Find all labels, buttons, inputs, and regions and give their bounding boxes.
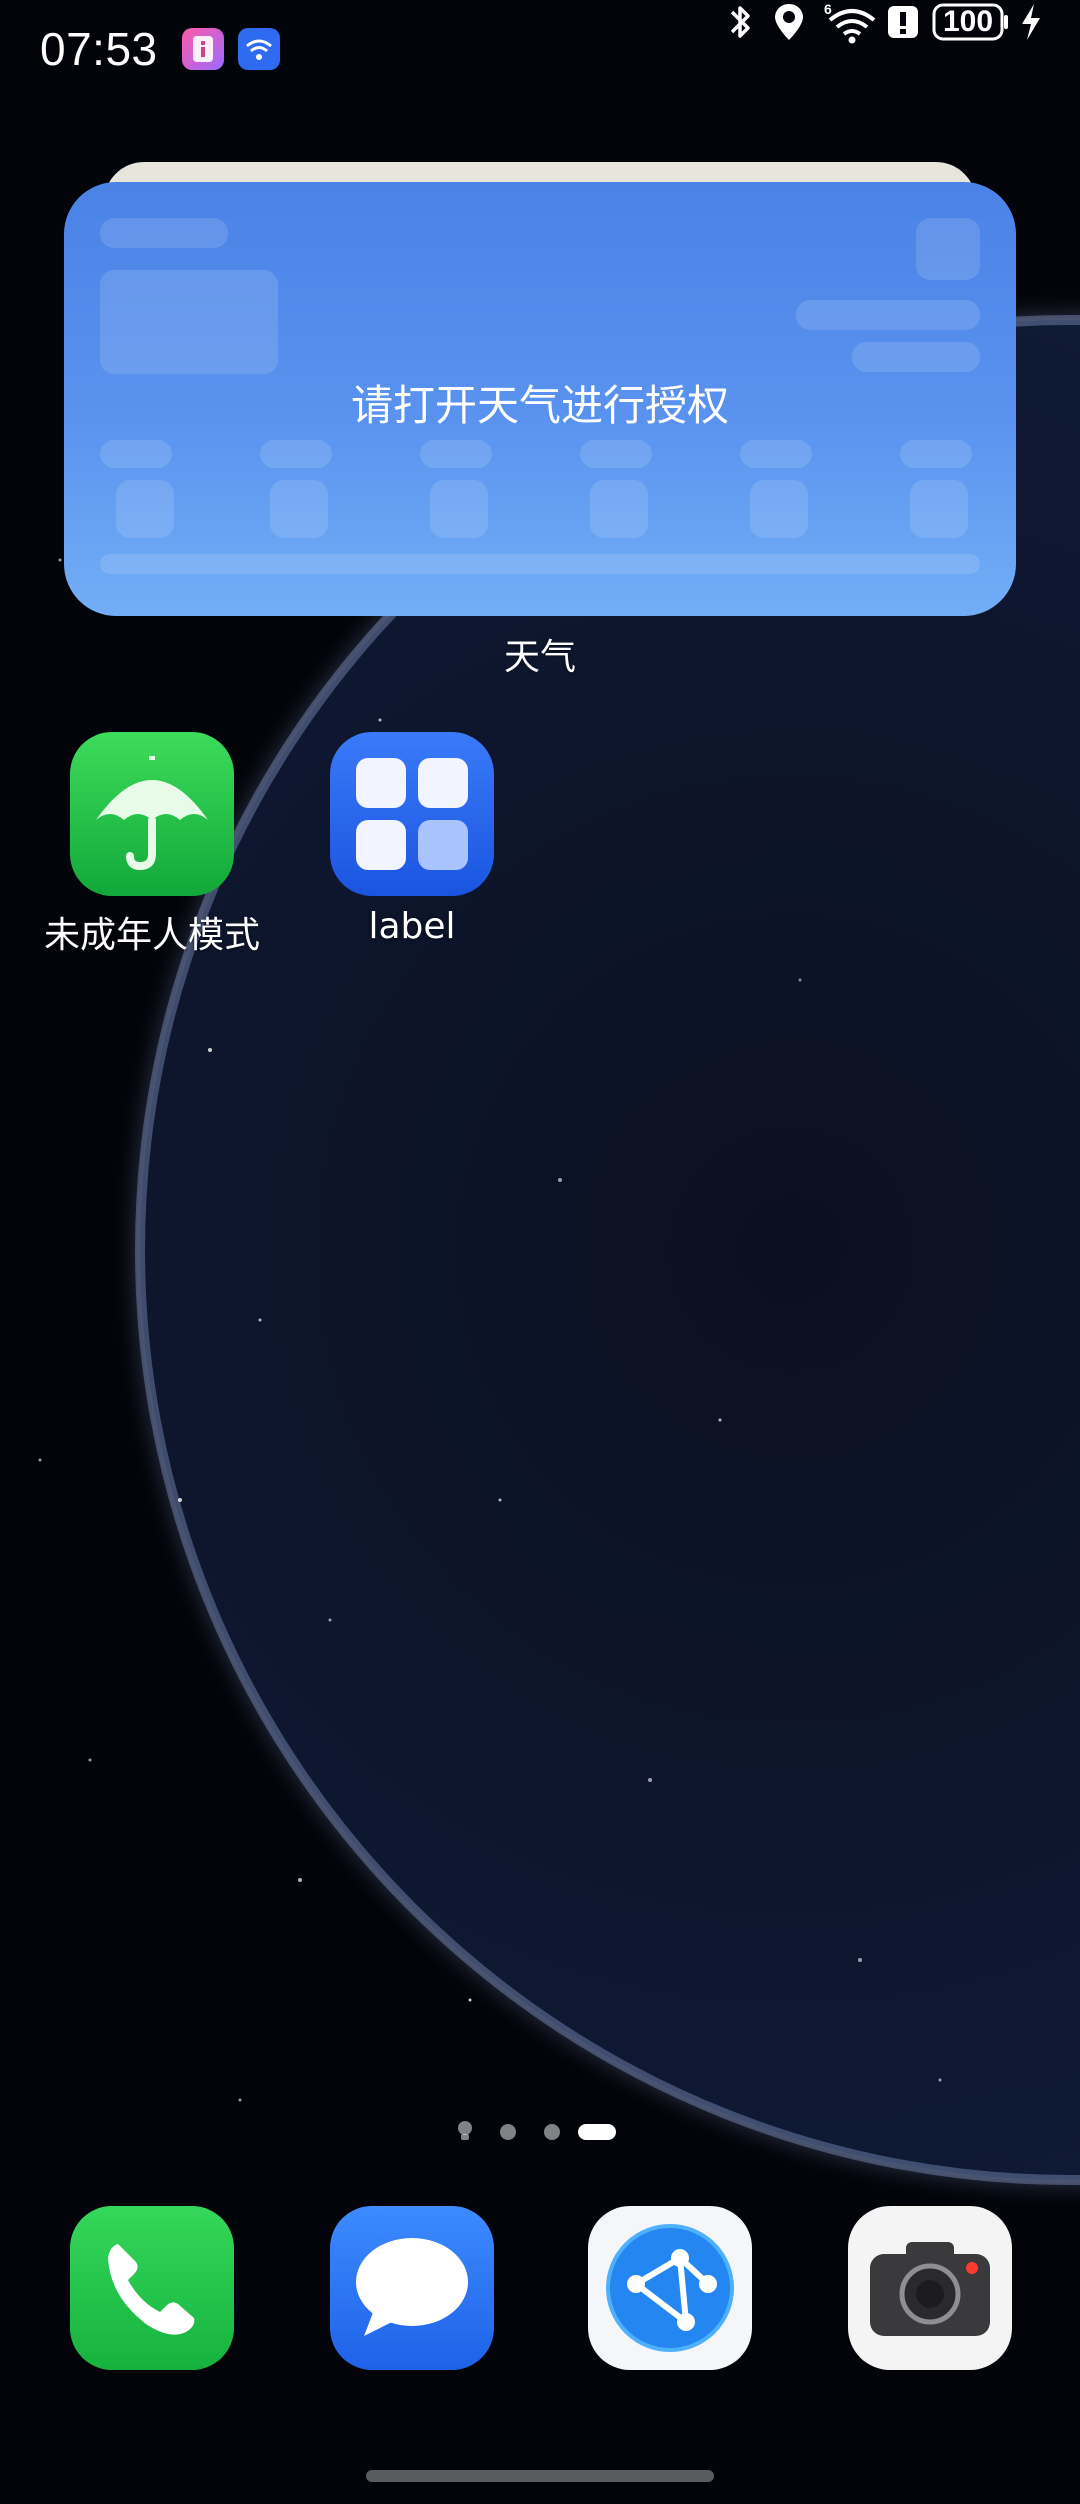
- placeholder-block: [116, 480, 174, 538]
- page-dot[interactable]: [500, 2124, 516, 2140]
- placeholder-block: [580, 440, 652, 468]
- placeholder-block: [910, 480, 968, 538]
- clock: 07:53: [40, 23, 158, 75]
- weather-widget-label: 天气: [503, 637, 576, 678]
- page-dot-active[interactable]: [578, 2124, 616, 2140]
- placeholder-block: [852, 342, 980, 372]
- placeholder-block: [100, 440, 172, 468]
- status-bar: 07:53 6 100: [0, 0, 1080, 100]
- browser-icon: [606, 2224, 734, 2352]
- placeholder-block: [430, 480, 488, 538]
- placeholder-block: [100, 554, 980, 574]
- placeholder-block: [916, 218, 980, 280]
- phone-icon: [108, 2244, 195, 2335]
- page-dot[interactable]: [544, 2124, 560, 2140]
- lightbulb-icon: [458, 2121, 472, 2140]
- svg-text:6: 6: [824, 1, 832, 17]
- notification-app-icon: [182, 28, 224, 70]
- placeholder-block: [740, 440, 812, 468]
- dock-phone[interactable]: [70, 2206, 234, 2370]
- home-screen: 07:53 6 100 请打开天气进行授权 天气 未成年人模式 label: [0, 0, 1080, 2504]
- home-indicator[interactable]: [366, 2470, 714, 2482]
- placeholder-block: [900, 440, 972, 468]
- charging-icon: [1022, 4, 1040, 40]
- placeholder-block: [420, 440, 492, 468]
- alert-icon: [888, 6, 918, 38]
- dock-camera[interactable]: [848, 2206, 1012, 2370]
- placeholder-block: [590, 480, 648, 538]
- placeholder-block: [270, 480, 328, 538]
- dock-browser[interactable]: [588, 2206, 752, 2370]
- placeholder-block: [100, 270, 278, 374]
- placeholder-block: [796, 300, 980, 330]
- message-icon: [356, 2238, 468, 2336]
- authorization-prompt: 请打开天气进行授权: [350, 381, 729, 430]
- bluetooth-icon: [730, 6, 750, 38]
- app-label: label: [368, 906, 456, 947]
- weather-widget[interactable]: 请打开天气进行授权: [64, 182, 1016, 616]
- placeholder-block: [100, 218, 228, 248]
- app-label-grid[interactable]: label: [282, 732, 542, 947]
- camera-icon: [870, 2242, 990, 2336]
- placeholder-block: [750, 480, 808, 538]
- dock-messages[interactable]: [330, 2206, 494, 2370]
- placeholder-block: [260, 440, 332, 468]
- battery-icon: 100: [932, 0, 1010, 44]
- location-icon: [775, 4, 803, 40]
- umbrella-icon: [70, 732, 234, 896]
- grid-icon: [330, 732, 494, 896]
- wifi-app-icon: [238, 28, 280, 70]
- app-minor-mode[interactable]: 未成年人模式: [22, 732, 282, 958]
- battery-level: 100: [942, 5, 994, 38]
- app-label: 未成年人模式: [43, 915, 260, 956]
- wifi-6-icon: 6: [824, 1, 876, 44]
- page-indicator[interactable]: [0, 2120, 1080, 2144]
